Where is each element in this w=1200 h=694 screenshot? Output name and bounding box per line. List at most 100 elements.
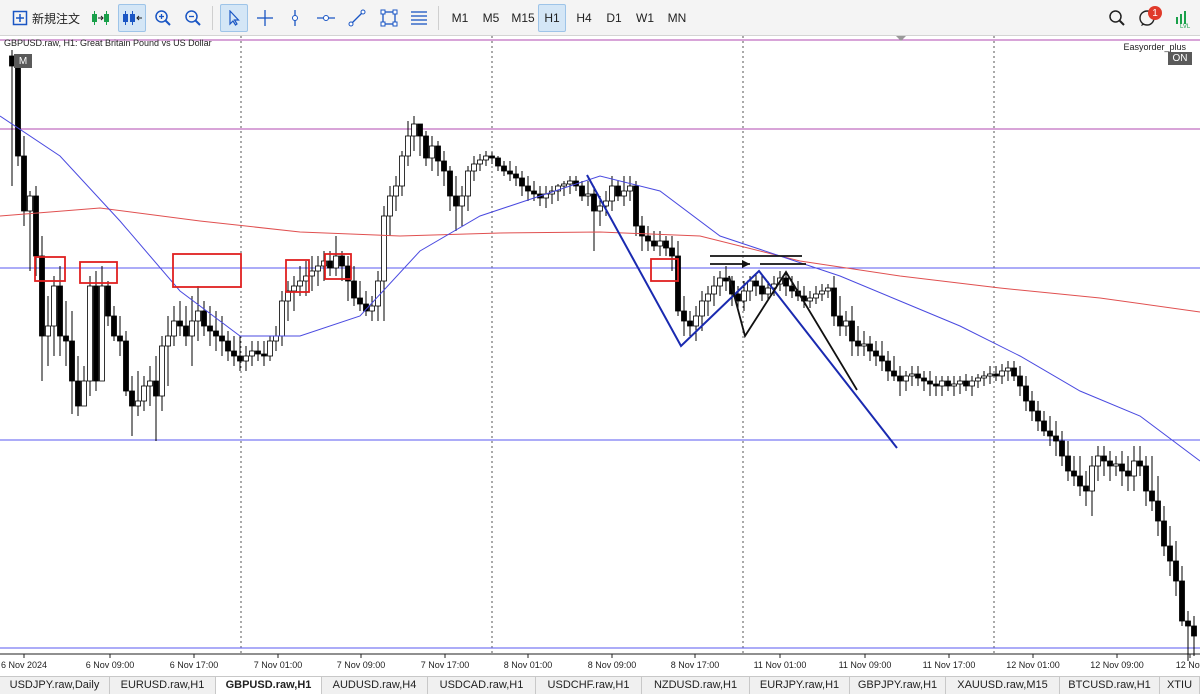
bearish-candle	[525, 185, 531, 192]
tab-gbpjpy-h1[interactable]: GBPJPY.raw,H1	[850, 677, 946, 694]
search-button[interactable]	[1104, 4, 1130, 32]
horizontal-line-tool-button[interactable]	[312, 4, 340, 32]
bearish-candle	[1083, 485, 1089, 492]
bullish-candle	[951, 383, 957, 387]
tab-xtiu[interactable]: XTIU	[1160, 677, 1200, 694]
bullish-candle	[333, 255, 339, 269]
crosshair-tool-button[interactable]	[252, 4, 278, 32]
bullish-candle	[693, 315, 699, 327]
bullish-candle	[375, 280, 381, 307]
bullish-candle	[807, 297, 813, 302]
chart-area[interactable]: 6 Nov 2024 6 Nov 09:00 6 Nov 17:00 7 Nov 01…	[0, 36, 1200, 676]
bullish-candle	[981, 375, 987, 379]
bearish-candle	[519, 177, 525, 187]
bullish-candle	[249, 350, 255, 357]
tab-nzdusd-h1[interactable]: NZDUSD.raw,H1	[642, 677, 750, 694]
bearish-candle	[63, 335, 69, 342]
rectangle-tool-button[interactable]	[376, 4, 402, 32]
bearish-candle	[237, 355, 243, 362]
price-chart[interactable]: 6 Nov 2024 6 Nov 09:00 6 Nov 17:00 7 Nov 01…	[0, 36, 1200, 676]
bearish-candle	[831, 287, 837, 317]
bullish-candle	[957, 380, 963, 385]
bullish-candle	[297, 280, 303, 287]
bearish-candle	[129, 390, 135, 407]
algo-trading-button[interactable]	[88, 4, 114, 32]
bearish-candle	[183, 325, 189, 337]
bearish-candle	[435, 145, 441, 162]
bullish-candle	[567, 180, 573, 185]
bearish-candle	[339, 255, 345, 267]
timeframe-h1-button[interactable]: H1	[538, 4, 566, 32]
bullish-candle	[861, 343, 867, 347]
bullish-candle	[765, 287, 771, 295]
timeframe-m1-button[interactable]: M1	[446, 4, 474, 32]
timeframe-m5-button[interactable]: M5	[476, 4, 506, 32]
bullish-candle	[939, 380, 945, 387]
bullish-candle	[165, 335, 171, 347]
chart-shift-marker[interactable]	[896, 36, 906, 41]
bullish-candle	[81, 380, 87, 407]
bearish-candle	[441, 160, 447, 172]
bearish-candle	[153, 380, 159, 397]
bearish-candle	[879, 355, 885, 362]
bullish-candle	[627, 185, 633, 192]
timeframe-d1-button[interactable]: D1	[600, 4, 628, 32]
bearish-candle	[1011, 367, 1017, 377]
bearish-candle	[255, 350, 261, 355]
tab-xauusd-m15[interactable]: XAUUSD.raw,M15	[946, 677, 1060, 694]
bearish-candle	[261, 353, 267, 357]
tab-eurusd-h1[interactable]: EURUSD.raw,H1	[110, 677, 216, 694]
trendline-tool-button[interactable]	[344, 4, 370, 32]
toolbar: 新規注文 M1 M5 M15 H1 H4 D1 W1 MN 1 LVL	[0, 0, 1200, 36]
bearish-candle	[1053, 435, 1059, 442]
bullish-candle	[369, 305, 375, 312]
bullish-candle	[1113, 463, 1119, 467]
zoom-in-button[interactable]	[150, 4, 176, 32]
tab-eurjpy-h1[interactable]: EURJPY.raw,H1	[750, 677, 850, 694]
tab-usdchf-h1[interactable]: USDCHF.raw,H1	[536, 677, 642, 694]
tab-audusd-h4[interactable]: AUDUSD.raw,H4	[322, 677, 428, 694]
bearish-candle	[663, 240, 669, 249]
bearish-candle	[1149, 490, 1155, 502]
chart-shift-button[interactable]	[118, 4, 146, 32]
bearish-candle	[1047, 430, 1053, 437]
timeframe-m15-button[interactable]: M15	[506, 4, 540, 32]
bearish-candle	[885, 360, 891, 372]
tab-usdcad-h1[interactable]: USDCAD.raw,H1	[428, 677, 536, 694]
cursor-tool-button[interactable]	[220, 4, 248, 32]
bearish-candle	[651, 240, 657, 247]
vertical-line-tool-button[interactable]	[282, 4, 308, 32]
bullish-candle	[903, 375, 909, 382]
bullish-candle	[381, 215, 387, 282]
bullish-candle	[843, 320, 849, 327]
timeframe-w1-button[interactable]: W1	[630, 4, 660, 32]
bullish-candle	[267, 340, 273, 357]
timeframe-h4-button[interactable]: H4	[570, 4, 598, 32]
tab-usdjpy-daily[interactable]: USDJPY.raw,Daily	[0, 677, 110, 694]
bearish-candle	[531, 190, 537, 195]
bullish-candle	[171, 320, 177, 337]
bullish-candle	[621, 190, 627, 197]
bearish-candle	[1017, 375, 1023, 387]
timeframe-mn-button[interactable]: MN	[662, 4, 692, 32]
new-order-button[interactable]: 新規注文	[8, 4, 84, 32]
toolbar-separator	[212, 6, 213, 30]
bullish-candle	[999, 370, 1005, 377]
zoom-out-button[interactable]	[180, 4, 206, 32]
bearish-candle	[789, 285, 795, 292]
bearish-candle	[1185, 620, 1191, 627]
bearish-candle	[213, 330, 219, 337]
bullish-candle	[393, 185, 399, 197]
time-axis-label: 7 Nov 17:00	[421, 660, 470, 670]
bearish-candle	[681, 310, 687, 322]
bullish-candle	[51, 285, 57, 327]
tab-btcusd-h1[interactable]: BTCUSD.raw,H1	[1060, 677, 1160, 694]
time-axis-label: 12 Nov 01:00	[1006, 660, 1060, 670]
fibonacci-tool-button[interactable]	[406, 4, 432, 32]
expert-advisor-status[interactable]: ON	[1168, 52, 1192, 65]
bearish-candle	[849, 320, 855, 342]
bearish-candle	[1077, 475, 1083, 487]
bullish-candle	[303, 275, 309, 282]
tab-gbpusd-h1[interactable]: GBPUSD.raw,H1	[216, 677, 322, 694]
signal-button[interactable]: LVL	[1170, 4, 1196, 32]
